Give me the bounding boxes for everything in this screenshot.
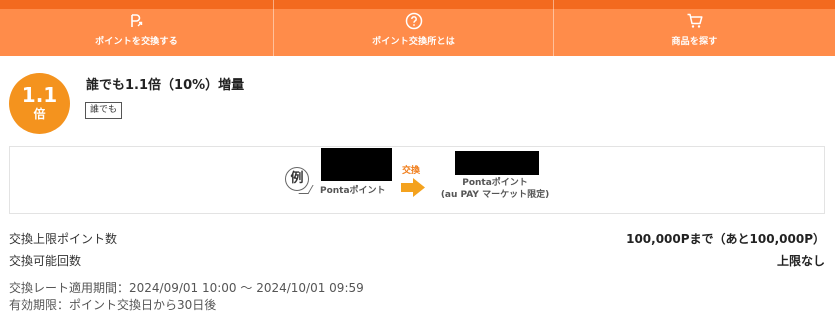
detail-label: 交換可能回数 <box>9 254 82 268</box>
nav-find-products[interactable]: 商品を探す <box>553 0 835 56</box>
detail-value: 上限なし <box>776 254 825 268</box>
detail-label: 交換上限ポイント数 <box>9 232 118 246</box>
point-exchange-icon <box>130 14 142 27</box>
nav-exchange-points-label: ポイントを交換する <box>95 37 178 47</box>
nav-find-products-label: 商品を探す <box>671 37 718 47</box>
rate-unit: 倍 <box>33 107 46 121</box>
destination-logo-redacted <box>455 151 539 175</box>
source-logo-redacted <box>321 148 392 181</box>
detail-value: 100,000Pまで（あと100,000P） <box>626 232 825 246</box>
nav-about-exchange-label: ポイント交換所とは <box>372 37 455 47</box>
source-point-label: Pontaポイント <box>320 186 386 196</box>
nav-about-exchange[interactable]: ポイント交換所とは <box>273 0 553 56</box>
nav-exchange-points[interactable]: ポイントを交換する <box>0 0 273 56</box>
expiry-note: 有効期限：ポイント交換日から30日後 <box>9 298 217 312</box>
top-navigation: ポイントを交換する ポイント交換所とは 商品を探す <box>0 0 835 56</box>
offer-title: 誰でも1.1倍（10%）増量 <box>86 78 245 93</box>
destination-point-label: Pontaポイント (au PAY マーケット限定) <box>410 177 580 201</box>
rate-value: 1.1 <box>21 83 58 107</box>
rate-period-note: 交換レート適用期間：2024/09/01 10:00 〜 2024/10/01 … <box>9 281 364 295</box>
eligibility-tag: 誰でも <box>85 102 123 119</box>
exchange-label: 交換 <box>402 166 421 176</box>
cart-icon <box>687 13 703 28</box>
destination-line1: Pontaポイント <box>462 178 528 188</box>
example-mark: 例 <box>285 167 309 191</box>
destination-line2: (au PAY マーケット限定) <box>440 190 550 200</box>
rate-badge: 1.1 倍 <box>9 73 70 134</box>
question-circle-icon <box>405 12 422 30</box>
